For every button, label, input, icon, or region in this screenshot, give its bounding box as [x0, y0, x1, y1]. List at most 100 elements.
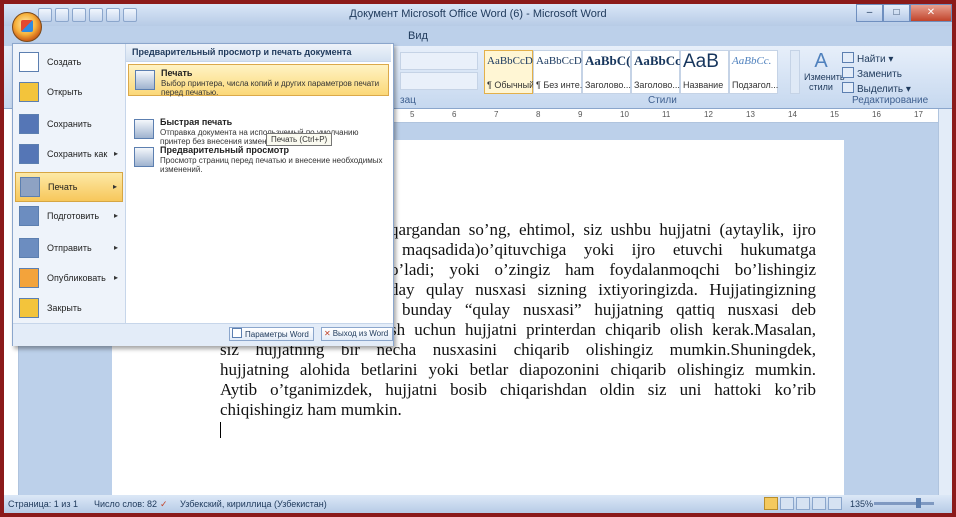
page-count[interactable]: Страница: 1 из 1 [8, 499, 78, 509]
print-icon [20, 177, 40, 197]
document-line[interactable]: hujjatning alohida betlarini yoki betlar… [220, 360, 816, 380]
save-icon [19, 114, 39, 134]
zoom-level[interactable]: 135% [850, 499, 873, 509]
exit-word-button[interactable]: ✕ Выход из Word [321, 327, 394, 341]
office-menu-item-label: Подготовить [47, 211, 100, 221]
document-line[interactable]: sh uchun hujjatni printerdan chiqarib ol… [390, 320, 816, 340]
document-line[interactable]: chiqishingiz ham mumkin. [220, 400, 816, 420]
style-name: ¶ Без инте... [536, 80, 588, 90]
vertical-scrollbar[interactable] [938, 109, 952, 495]
paragraph-buttons-row1[interactable] [400, 52, 478, 70]
print-layout-view-icon[interactable] [764, 497, 778, 510]
style-name: Заголово... [585, 80, 631, 90]
change-styles-button[interactable]: A Изменить стили [804, 50, 845, 94]
style-item[interactable]: AaBbC( Заголово... [582, 50, 631, 94]
document-line[interactable]: Aytib o’tganimizdek, hujjatni bosib chiq… [220, 380, 816, 400]
paragraph-buttons-row2[interactable] [400, 72, 478, 90]
full-screen-view-icon[interactable] [780, 497, 794, 510]
word-count[interactable]: Число слов: 82 [94, 499, 157, 509]
office-menu-item[interactable]: Сохранить [15, 110, 123, 140]
style-item[interactable]: AaB Название [680, 50, 729, 94]
find-button[interactable]: Найти ▾ [842, 52, 893, 65]
select-label: Выделить [857, 84, 904, 95]
word-options-button[interactable]: Параметры Word [229, 327, 314, 341]
style-sample: AaBbCc. [732, 55, 772, 67]
style-sample: AaBbC( [585, 53, 631, 68]
style-name: Подзагол... [732, 80, 779, 90]
print-option[interactable]: Печать Выбор принтера, числа копий и друг… [128, 64, 389, 97]
close-folder-icon [19, 298, 39, 318]
exit-word-label: Выход из Word [332, 329, 389, 338]
ruler-mark: 5 [410, 110, 415, 119]
style-name: Заголово... [634, 80, 680, 90]
style-item[interactable]: AaBbCcDc ¶ Обычный [484, 50, 538, 94]
office-menu-item-label: Опубликовать [47, 273, 106, 283]
style-item[interactable]: AaBbCc Заголово... [631, 50, 681, 94]
quick-print-icon [134, 119, 154, 139]
paragraph-group-label: зац [400, 95, 416, 106]
prepare-icon [19, 206, 39, 226]
publish-icon [19, 268, 39, 288]
title-bar: Документ Microsoft Office Word (6) - Mic… [4, 4, 952, 26]
select-button[interactable]: Выделить ▾ [842, 82, 911, 95]
proofing-icon[interactable]: ✓ [160, 499, 168, 510]
office-menu-item[interactable]: Подготовить ▸ [15, 202, 123, 232]
word-options-label: Параметры Word [245, 330, 309, 339]
draft-view-icon[interactable] [828, 497, 842, 510]
replace-button[interactable]: Заменить [842, 67, 902, 80]
maximize-button[interactable]: □ [883, 4, 910, 22]
styles-scroll[interactable] [790, 50, 800, 94]
zoom-slider[interactable] [874, 502, 934, 505]
office-menu-item-label: Сохранить как [47, 149, 108, 159]
office-menu-item[interactable]: Закрыть [15, 294, 123, 324]
web-layout-view-icon[interactable] [796, 497, 810, 510]
ruler-mark: 8 [536, 110, 541, 119]
language-indicator[interactable]: Узбекский, кириллица (Узбекистан) [180, 499, 327, 509]
ruler-mark: 7 [494, 110, 499, 119]
window-title: Документ Microsoft Office Word (6) - Mic… [349, 8, 607, 20]
style-sample: AaB [683, 51, 719, 72]
print-preview-icon [134, 147, 154, 167]
office-menu-item[interactable]: Открыть [15, 78, 123, 108]
zoom-slider-thumb[interactable] [916, 498, 921, 508]
document-line[interactable]: day qulay nusxasi sizning ixtiyoringizda… [390, 280, 816, 300]
outline-view-icon[interactable] [812, 497, 826, 510]
office-button[interactable] [12, 12, 42, 42]
print-option-title: Быстрая печать [160, 117, 233, 127]
print-option[interactable]: Быстрая печать Отправка документа на испо… [128, 114, 389, 146]
document-line[interactable]: o’ladi; yoki o’zingiz ham foydalanmoqchi… [390, 260, 816, 280]
submenu-arrow-icon: ▸ [113, 211, 118, 220]
print-option-description: Просмотр страниц перед печатью и внесени… [160, 156, 383, 174]
minimize-button[interactable]: – [856, 4, 883, 22]
style-item[interactable]: AaBbCcDc ¶ Без инте... [533, 50, 587, 94]
printer-icon [135, 70, 155, 90]
document-line[interactable]: bunday “qulay nusxasi” hujjatning qattiq… [402, 300, 816, 320]
office-menu-item[interactable]: Опубликовать ▸ [15, 264, 123, 294]
print-option[interactable]: Предварительный просмотр Просмотр страниц… [128, 142, 389, 174]
editing-group-label: Редактирование [852, 95, 929, 106]
change-styles-label: Изменить стили [804, 72, 845, 92]
submenu-arrow-icon: ▸ [113, 149, 118, 158]
style-name: Название [683, 80, 724, 90]
styles-group-label: Стили [648, 95, 677, 106]
text-cursor [220, 422, 221, 438]
office-menu-item[interactable]: Отправить ▸ [15, 234, 123, 264]
ruler-mark: 16 [872, 110, 881, 119]
ruler-mark: 12 [704, 110, 713, 119]
new-document-icon [19, 52, 39, 72]
document-line[interactable]: qargandan so’ng, ehtimol, siz ushbu hujj… [390, 220, 816, 240]
office-menu-item[interactable]: Печать ▸ [15, 172, 123, 202]
tab-view[interactable]: Вид [408, 30, 428, 42]
submenu-arrow-icon: ▸ [112, 182, 117, 191]
send-icon [19, 238, 39, 258]
close-window-button[interactable]: ✕ [910, 4, 952, 22]
style-sample: AaBbCc [634, 53, 681, 68]
office-menu-item[interactable]: Создать [15, 48, 123, 78]
office-menu-item[interactable]: Сохранить как ▸ [15, 140, 123, 170]
find-label: Найти [857, 54, 886, 65]
style-item[interactable]: AaBbCc. Подзагол... [729, 50, 778, 94]
print-submenu: Предварительный просмотр и печать докуме… [126, 44, 391, 323]
view-buttons [764, 497, 842, 510]
document-line[interactable]: maqsadida)o’qituvchiga yoki ijro etuvchi… [402, 240, 816, 260]
print-submenu-header: Предварительный просмотр и печать докуме… [126, 44, 391, 62]
